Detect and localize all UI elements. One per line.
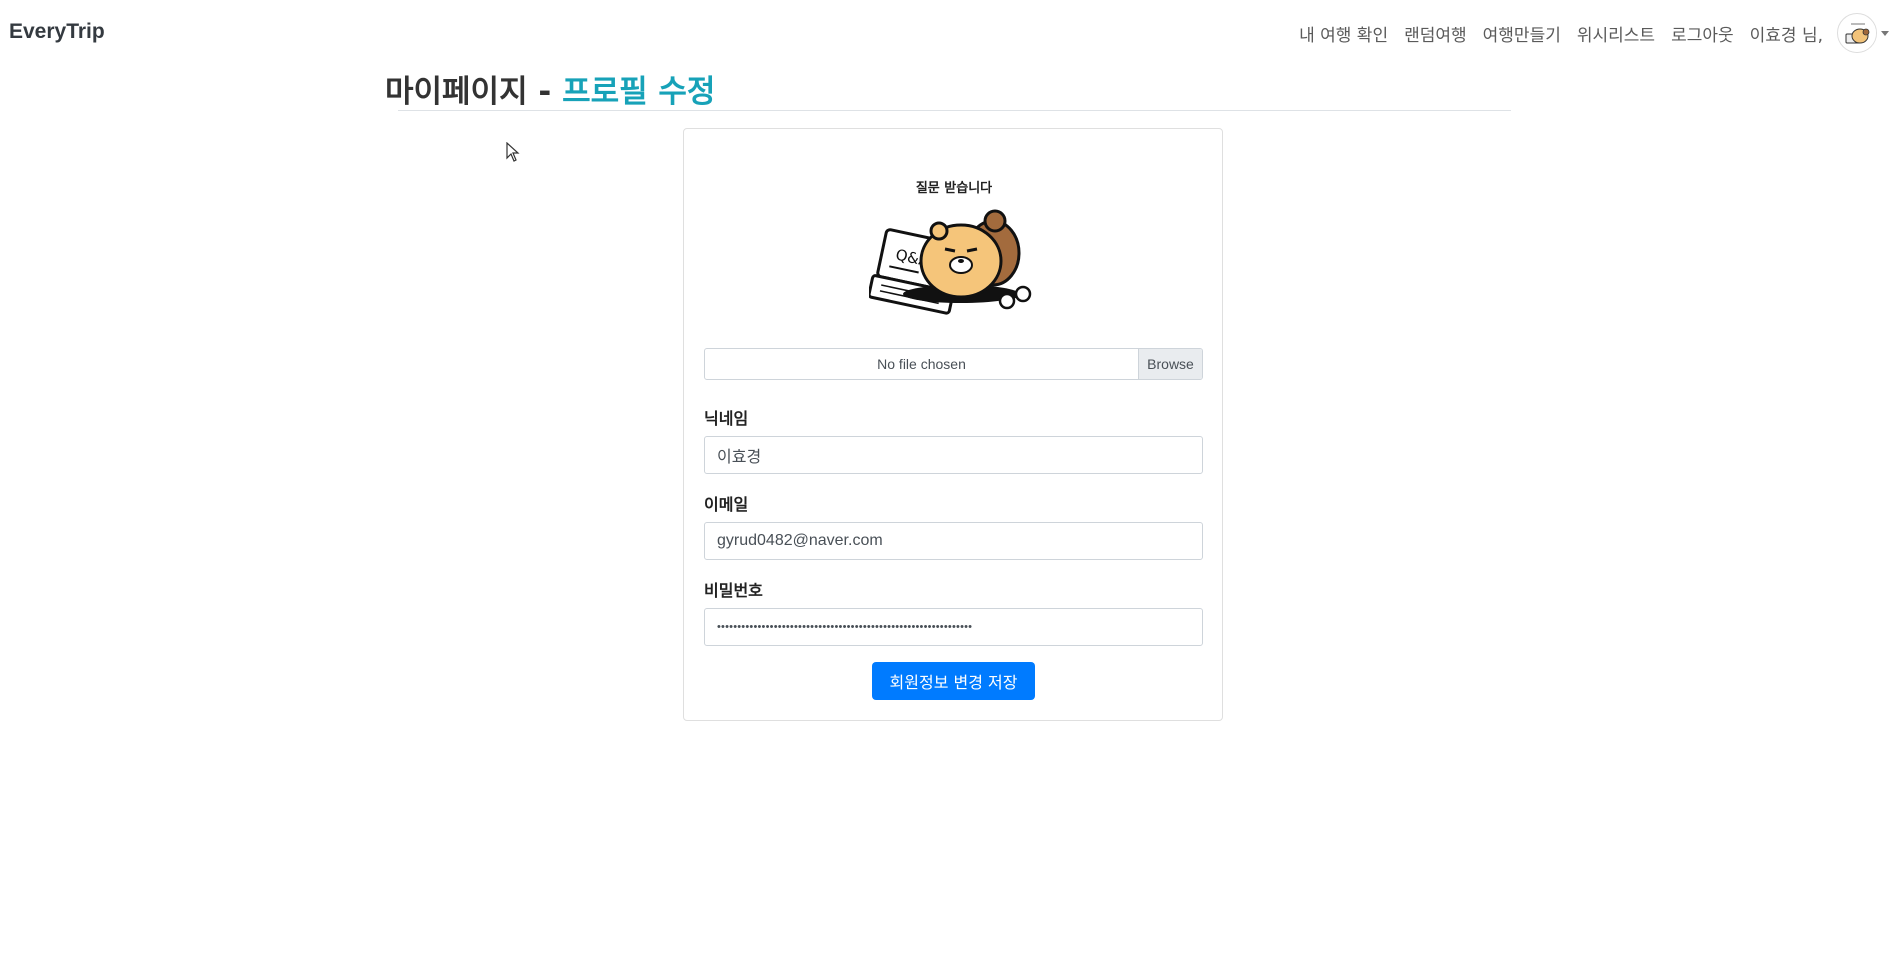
profile-image-file-input[interactable]: No file chosen Browse	[704, 348, 1203, 380]
user-greeting: 이효경 님,	[1749, 25, 1823, 46]
top-navbar: EveryTrip 내 여행 확인 랜덤여행 여행만들기 위시리스트 로그아웃 …	[0, 0, 1903, 64]
email-label: 이메일	[704, 495, 749, 514]
user-menu-toggle[interactable]	[1837, 13, 1889, 53]
chevron-down-icon	[1881, 30, 1889, 36]
nav-logout[interactable]: 로그아웃	[1671, 21, 1734, 46]
save-profile-button[interactable]: 회원정보 변경 저장	[872, 662, 1035, 700]
nickname-label: 닉네임	[704, 409, 749, 428]
page-title-prefix: 마이페이지 -	[385, 74, 563, 110]
file-status-text: No file chosen	[877, 356, 966, 372]
nav-random-trip[interactable]: 랜덤여행	[1404, 21, 1467, 46]
profile-edit-card: 질문 받습니다 Q&A No file chosen Browse 닉네임 이효…	[683, 128, 1223, 721]
page-title: 마이페이지 - 프로필 수정	[385, 66, 715, 111]
nav-my-trips[interactable]: 내 여행 확인	[1299, 21, 1388, 46]
title-divider	[398, 110, 1511, 111]
profile-image: Q&A	[869, 209, 1032, 315]
browse-button[interactable]: Browse	[1138, 349, 1202, 379]
nickname-field[interactable]: 이효경	[704, 436, 1203, 474]
nav-links: 내 여행 확인 랜덤여행 여행만들기 위시리스트 로그아웃 이효경 님,	[1283, 13, 1889, 53]
password-label: 비밀번호	[704, 581, 763, 600]
brand-logo[interactable]: EveryTrip	[9, 20, 105, 44]
nav-make-trip[interactable]: 여행만들기	[1483, 21, 1561, 46]
password-field[interactable]: ••••••••••••••••••••••••••••••••••••••••…	[704, 608, 1203, 646]
nav-wishlist[interactable]: 위시리스트	[1577, 21, 1655, 46]
mouse-cursor-icon	[506, 142, 520, 162]
page-title-accent: 프로필 수정	[562, 74, 716, 110]
page: EveryTrip 내 여행 확인 랜덤여행 여행만들기 위시리스트 로그아웃 …	[0, 0, 1903, 953]
email-field[interactable]: gyrud0482@naver.com	[704, 522, 1203, 560]
avatar	[1837, 13, 1877, 53]
